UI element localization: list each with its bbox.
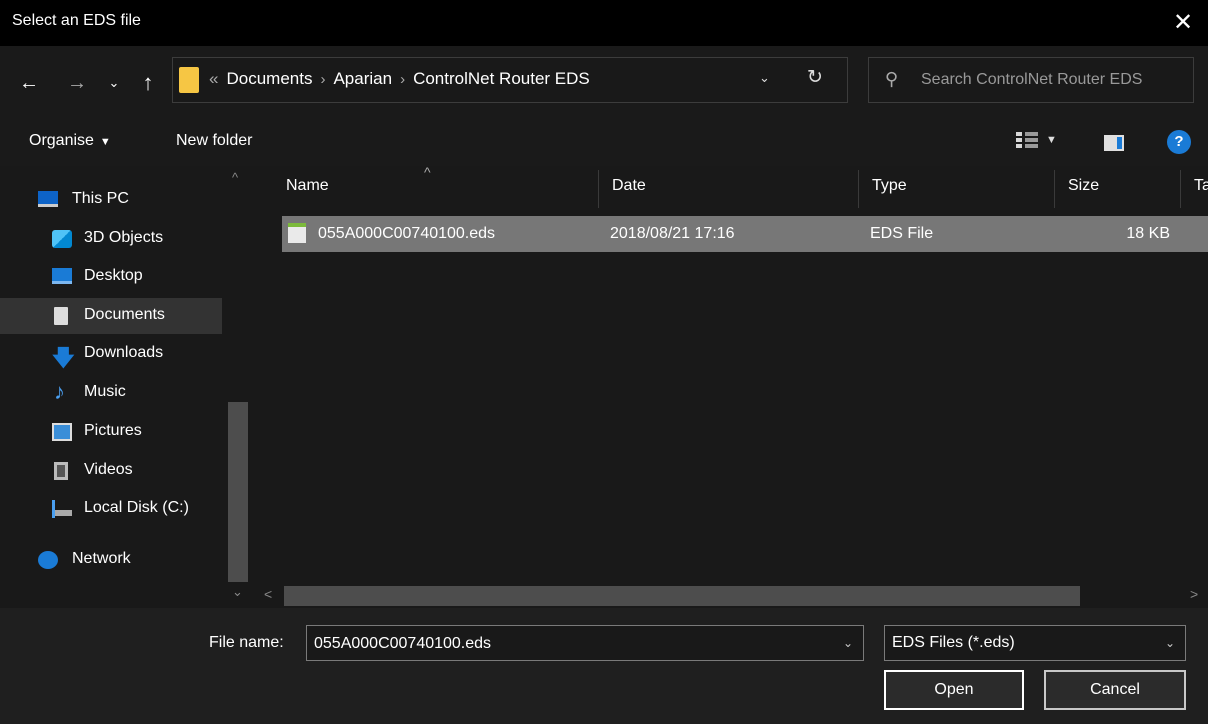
network-icon — [38, 551, 58, 569]
sidebar-item-downloads[interactable]: 🡇 Downloads — [0, 336, 222, 372]
sidebar-scrollbar[interactable]: ^ ⌄ — [222, 166, 254, 608]
file-list-horizontal-scrollbar[interactable]: < > — [254, 584, 1208, 608]
breadcrumb-overflow[interactable]: « — [209, 69, 218, 88]
recent-locations-chevron-icon[interactable]: ⌄ — [104, 68, 124, 98]
folder-icon — [179, 67, 199, 93]
sidebar-item-documents[interactable]: Documents — [0, 298, 222, 334]
sidebar-item-videos[interactable]: Videos — [0, 453, 222, 489]
preview-pane-icon[interactable] — [1104, 135, 1124, 151]
chevron-down-icon[interactable]: ⌄ — [1165, 636, 1175, 650]
file-list-pane: ^ Name Date Type Size Ta 055A000C0074010… — [254, 166, 1208, 608]
file-name-combobox[interactable]: ⌄ — [306, 625, 864, 661]
sidebar-item-label: Videos — [84, 461, 133, 478]
address-dropdown-chevron-icon[interactable]: ⌄ — [759, 70, 770, 86]
sidebar-item-3d-objects[interactable]: 3D Objects — [0, 221, 222, 257]
up-arrow-icon[interactable]: ↑ — [134, 68, 162, 98]
forward-arrow-icon[interactable]: → — [62, 68, 92, 98]
sidebar-item-label: 3D Objects — [84, 229, 164, 246]
column-header-type[interactable]: Type — [872, 177, 907, 195]
breadcrumb-controlnet-router-eds[interactable]: ControlNet Router EDS — [413, 69, 590, 88]
open-button[interactable]: Open — [884, 670, 1024, 710]
scroll-up-icon[interactable]: ^ — [232, 170, 238, 185]
file-name-input[interactable] — [314, 633, 824, 655]
column-header-tags[interactable]: Ta — [1194, 177, 1208, 195]
back-arrow-icon[interactable]: ← — [14, 68, 44, 98]
document-icon — [54, 307, 68, 325]
file-type-filter-select[interactable]: EDS Files (*.eds) ⌄ — [884, 625, 1186, 661]
scroll-left-icon[interactable]: < — [264, 586, 272, 602]
sidebar-item-label: Local Disk (C:) — [84, 499, 189, 516]
help-icon[interactable]: ? — [1167, 130, 1191, 154]
sidebar-item-desktop[interactable]: Desktop — [0, 259, 222, 295]
breadcrumb-separator-icon[interactable]: › — [400, 71, 405, 88]
column-headers: ^ Name Date Type Size Ta — [254, 166, 1208, 212]
file-name: 055A000C00740100.eds — [318, 225, 496, 242]
computer-icon — [38, 191, 58, 207]
search-box[interactable]: ⚲ — [868, 57, 1194, 103]
download-arrow-icon: 🡇 — [52, 345, 75, 370]
sidebar-item-pictures[interactable]: Pictures — [0, 414, 222, 450]
cube-icon — [52, 230, 72, 248]
column-divider[interactable] — [858, 170, 859, 208]
new-folder-button[interactable]: New folder — [176, 132, 252, 150]
file-size: 18 KB — [1126, 225, 1170, 242]
caret-down-icon: ▼ — [99, 136, 111, 148]
file-date: 2018/08/21 17:16 — [610, 225, 735, 242]
breadcrumb-separator-icon[interactable]: › — [320, 71, 325, 88]
horizontal-scroll-thumb[interactable] — [284, 586, 1080, 606]
sidebar-item-this-pc[interactable]: This PC — [0, 182, 222, 218]
scroll-right-icon[interactable]: > — [1190, 586, 1198, 602]
sidebar-item-label: Music — [84, 383, 126, 400]
file-type-filter-value: EDS Files (*.eds) — [892, 634, 1015, 651]
organise-button[interactable]: Organise ▼ — [29, 132, 111, 150]
breadcrumb-aparian[interactable]: Aparian — [333, 69, 392, 88]
picture-icon — [52, 423, 72, 441]
file-row[interactable]: 055A000C00740100.eds 2018/08/21 17:16 ED… — [282, 216, 1208, 252]
sidebar-item-music[interactable]: ♪ Music — [0, 375, 222, 411]
column-header-date[interactable]: Date — [612, 177, 646, 195]
column-divider[interactable] — [1180, 170, 1181, 208]
address-bar[interactable]: « Documents › Aparian › ControlNet Router EDS… — [172, 57, 848, 103]
close-icon[interactable]: ✕ — [1168, 8, 1198, 38]
film-icon — [54, 462, 68, 480]
breadcrumb: « Documents › Aparian › ControlNet Router EDS — [209, 69, 590, 89]
column-divider[interactable] — [598, 170, 599, 208]
title-bar: Select an EDS file ✕ — [0, 0, 1208, 46]
sidebar-item-label: Documents — [84, 306, 165, 323]
cancel-button[interactable]: Cancel — [1044, 670, 1186, 710]
navigation-bar: ← → ⌄ ↑ « Documents › Aparian › ControlNet Ro… — [0, 46, 1208, 118]
dialog-footer: File name: ⌄ EDS Files (*.eds) ⌄ Open Ca… — [0, 608, 1208, 724]
music-note-icon: ♪ — [54, 379, 65, 404]
column-divider[interactable] — [1054, 170, 1055, 208]
sidebar-item-label: Downloads — [84, 344, 164, 361]
navigation-pane: This PC 3D Objects Desktop Documents 🡇 D… — [0, 166, 254, 608]
refresh-icon[interactable]: ↻ — [807, 66, 823, 89]
sidebar-scroll-thumb[interactable] — [228, 402, 248, 582]
drive-icon — [52, 500, 72, 518]
sidebar-item-network[interactable]: Network — [0, 542, 222, 578]
column-header-name[interactable]: Name — [286, 177, 329, 195]
view-options-caret-icon[interactable]: ▼ — [1046, 134, 1057, 146]
sidebar-item-label: This PC — [72, 190, 129, 207]
search-input[interactable] — [921, 68, 1191, 92]
command-toolbar: Organise ▼ New folder ▼ ? — [0, 118, 1208, 166]
file-name-label: File name: — [209, 634, 284, 651]
search-icon: ⚲ — [885, 69, 899, 89]
scroll-down-icon[interactable]: ⌄ — [232, 584, 243, 600]
sidebar-item-local-disk[interactable]: Local Disk (C:) — [0, 491, 222, 527]
view-options-icon[interactable] — [1016, 132, 1038, 152]
column-header-size[interactable]: Size — [1068, 177, 1099, 195]
sort-ascending-icon: ^ — [424, 166, 431, 180]
sidebar-item-label: Desktop — [84, 267, 143, 284]
desktop-icon — [52, 268, 72, 284]
breadcrumb-documents[interactable]: Documents — [226, 69, 312, 88]
organise-label: Organise — [29, 132, 94, 149]
chevron-down-icon[interactable]: ⌄ — [843, 636, 853, 650]
eds-file-icon — [288, 223, 306, 243]
file-type: EDS File — [870, 225, 934, 242]
sidebar-item-label: Network — [72, 550, 131, 567]
sidebar-item-label: Pictures — [84, 422, 142, 439]
window-title: Select an EDS file — [12, 12, 141, 29]
